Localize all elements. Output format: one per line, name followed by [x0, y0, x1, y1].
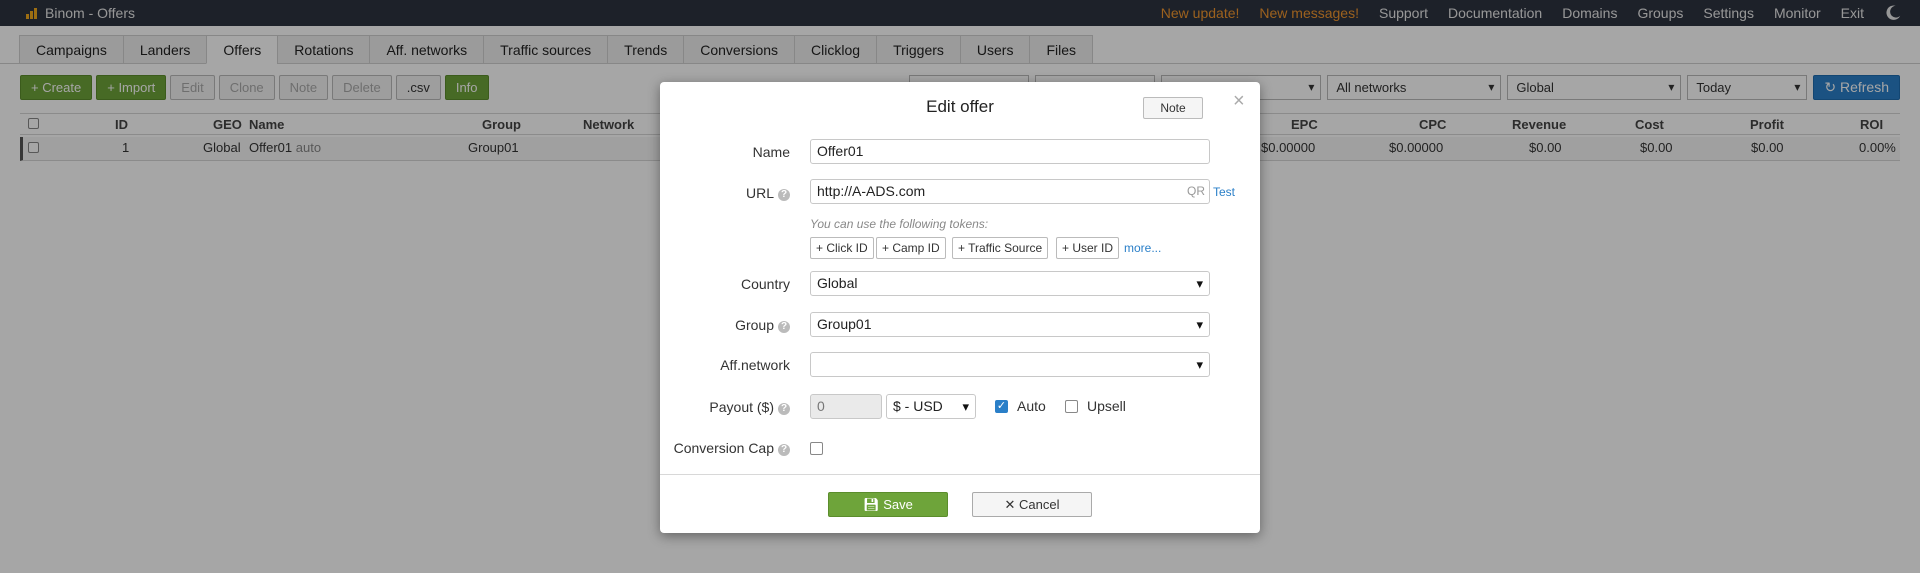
more-tokens-link[interactable]: more...: [1124, 241, 1161, 255]
payout-label-wrap: Payout ($)?: [660, 399, 790, 415]
group-select[interactable]: Group01: [810, 312, 1210, 337]
country-label: Country: [740, 276, 790, 292]
token-click-id-button[interactable]: + Click ID: [810, 237, 874, 259]
auto-label: Auto: [1017, 398, 1046, 414]
auto-checkbox[interactable]: ✓: [995, 400, 1008, 413]
aff-network-label: Aff.network: [720, 357, 790, 373]
token-user-id-button[interactable]: + User ID: [1056, 237, 1120, 259]
close-icon: ✕: [1004, 497, 1016, 512]
edit-offer-modal: Edit offer Note × Name Offer01 URL? http…: [660, 82, 1260, 533]
token-camp-id-button[interactable]: + Camp ID: [876, 237, 946, 259]
payout-input[interactable]: 0: [810, 394, 882, 419]
name-input[interactable]: Offer01: [810, 139, 1210, 164]
url-input[interactable]: http://A-ADS.com QR: [810, 179, 1210, 204]
url-label-wrap: URL?: [660, 185, 790, 201]
conversion-cap-checkbox[interactable]: [810, 442, 823, 455]
conversion-cap-label: Conversion Cap: [673, 440, 774, 456]
group-label-wrap: Group?: [660, 317, 790, 333]
currency-select[interactable]: $ - USD: [886, 394, 976, 419]
test-url-link[interactable]: Test: [1213, 185, 1235, 199]
upsell-label: Upsell: [1087, 398, 1126, 414]
cancel-label: Cancel: [1019, 497, 1060, 512]
save-icon: 💾︎: [863, 497, 880, 512]
conversion-cap-label-wrap: Conversion Cap?: [660, 440, 790, 456]
url-label: URL: [745, 185, 774, 201]
save-button[interactable]: 💾︎ Save: [828, 492, 948, 517]
help-icon[interactable]: ?: [778, 403, 790, 415]
help-icon[interactable]: ?: [778, 321, 790, 333]
help-icon[interactable]: ?: [778, 189, 790, 201]
country-select[interactable]: Global: [810, 271, 1210, 296]
group-label: Group: [735, 317, 774, 333]
upsell-checkbox[interactable]: [1065, 400, 1078, 413]
save-label: Save: [883, 497, 913, 512]
close-icon[interactable]: ×: [1233, 90, 1245, 113]
cancel-button[interactable]: ✕ Cancel: [972, 492, 1092, 517]
tokens-hint: You can use the following tokens:: [810, 217, 989, 231]
aff-network-select[interactable]: [810, 352, 1210, 377]
help-icon[interactable]: ?: [778, 444, 790, 456]
modal-footer-divider: [660, 474, 1260, 475]
payout-label: Payout ($): [709, 399, 774, 415]
token-traffic-source-button[interactable]: + Traffic Source: [952, 237, 1049, 259]
name-label: Name: [752, 144, 790, 160]
modal-note-button[interactable]: Note: [1143, 97, 1203, 119]
url-value: http://A-ADS.com: [817, 183, 926, 199]
qr-code-button[interactable]: QR: [1187, 180, 1205, 203]
